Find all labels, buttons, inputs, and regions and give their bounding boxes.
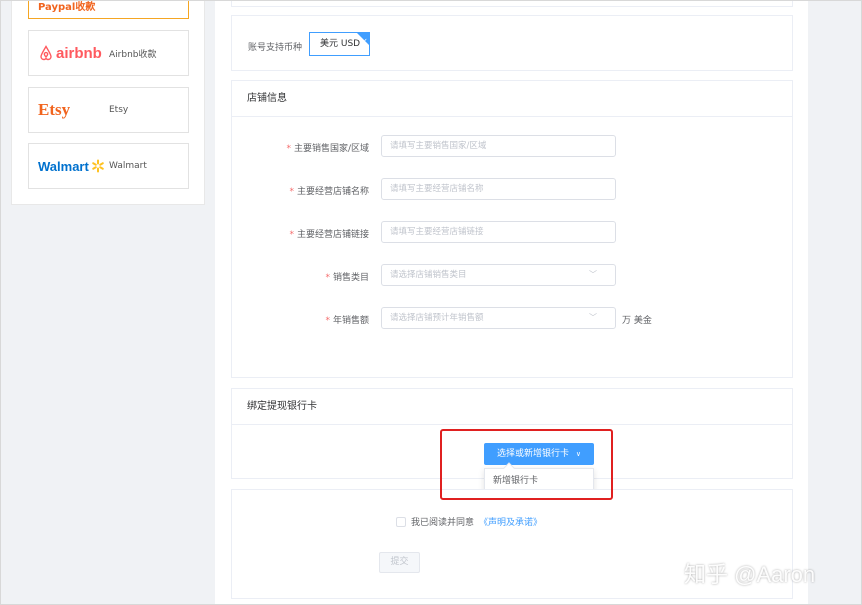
platform-name: Etsy	[109, 105, 129, 115]
declaration-link[interactable]: 《声明及承诺》	[479, 515, 542, 528]
airbnb-logo: airbnb	[29, 45, 109, 62]
category-select[interactable]: 请选择店铺销售类目 ﹀	[381, 264, 616, 286]
walmart-logo: Walmart	[29, 159, 109, 174]
panel-top	[231, 1, 793, 7]
sales-unit: 万 美金	[622, 316, 652, 326]
required-mark: *	[325, 316, 330, 326]
walmart-spark-icon	[92, 159, 104, 173]
highlight-annotation	[440, 429, 613, 500]
required-mark: *	[289, 230, 294, 240]
field-row-category: * 销售类目 请选择店铺销售类目 ﹀	[232, 264, 792, 288]
platform-card-paypal[interactable]: Paypal收款	[28, 1, 189, 19]
currency-option-usd[interactable]: 美元 USD ✓	[309, 32, 370, 56]
etsy-logo: Etsy	[38, 100, 71, 119]
bank-card-title: 绑定提现银行卡	[232, 389, 792, 425]
store-info-panel: 店铺信息 * 主要销售国家/区域 请填写主要销售国家/区域 * 主要经营店铺名称 请…	[231, 80, 793, 378]
store-info-title: 店铺信息	[232, 81, 792, 117]
required-mark: *	[325, 273, 330, 283]
watermark-text: 知乎 @Aaron	[684, 562, 816, 587]
platform-sidebar: Paypal收款 airbnb Airbnb收款 Etsy Etsy Walma…	[11, 1, 205, 205]
paypal-logo: Paypal收款	[38, 1, 96, 13]
submit-button[interactable]: 提交	[379, 552, 420, 573]
chevron-down-icon: ﹀	[589, 313, 597, 322]
platform-name: Walmart	[109, 161, 147, 171]
platform-card-airbnb[interactable]: airbnb Airbnb收款	[28, 30, 189, 76]
field-row-store-link: * 主要经营店铺链接 请填写主要经营店铺链接	[232, 221, 792, 245]
field-row-annual-sales: * 年销售额 请选择店铺预计年销售额 ﹀ 万 美金	[232, 307, 792, 331]
required-mark: *	[289, 187, 294, 197]
agreement-row: 我已阅读并同意 《声明及承诺》	[396, 515, 542, 528]
agreement-checkbox[interactable]	[396, 516, 406, 527]
currency-label: 账号支持币种	[248, 43, 303, 53]
right-gutter	[808, 1, 861, 604]
required-mark: *	[286, 144, 291, 154]
store-name-input[interactable]: 请填写主要经营店铺名称	[381, 178, 616, 200]
annual-sales-select[interactable]: 请选择店铺预计年销售额 ﹀	[381, 307, 616, 329]
platform-name: Airbnb收款	[109, 49, 157, 60]
country-input[interactable]: 请填写主要销售国家/区域	[381, 135, 616, 157]
platform-card-walmart[interactable]: Walmart Walmart	[28, 143, 189, 189]
store-link-input[interactable]: 请填写主要经营店铺链接	[381, 221, 616, 243]
chevron-down-icon: ﹀	[589, 270, 597, 279]
airbnb-icon	[40, 45, 52, 61]
currency-panel: 账号支持币种 美元 USD ✓	[231, 15, 793, 71]
field-row-store-name: * 主要经营店铺名称 请填写主要经营店铺名称	[232, 178, 792, 202]
app-window: Paypal收款 airbnb Airbnb收款 Etsy Etsy Walma…	[0, 0, 862, 605]
check-icon: ✓	[361, 37, 368, 46]
platform-card-etsy[interactable]: Etsy Etsy	[28, 87, 189, 133]
field-row-country: * 主要销售国家/区域 请填写主要销售国家/区域	[232, 135, 792, 159]
main-content: 账号支持币种 美元 USD ✓ 店铺信息 * 主要销售国家/区域 请填写主要销售国…	[215, 1, 808, 604]
agreement-text: 我已阅读并同意	[411, 518, 475, 528]
